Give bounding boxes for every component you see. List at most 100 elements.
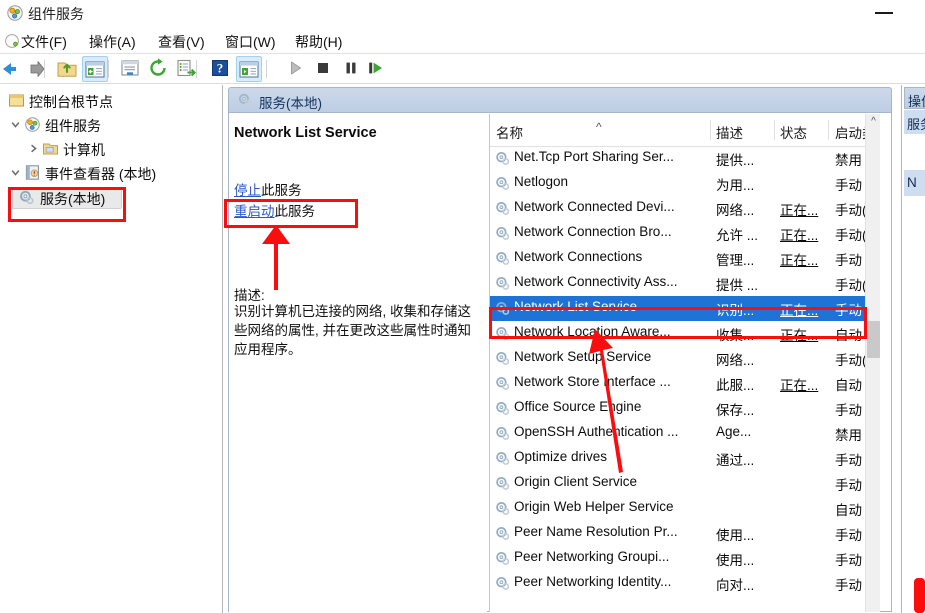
menu-file[interactable]: 文件(F) [18, 31, 70, 53]
restart-service-link-verb[interactable]: 重启动 [234, 204, 275, 219]
cell-description: 识别... [716, 303, 755, 318]
services-pane-header: 服务(本地) [228, 87, 892, 113]
chevron-right-icon[interactable] [27, 142, 40, 155]
stop-service-link-rest: 此服务 [261, 183, 302, 198]
cell-description: Age... [716, 424, 752, 439]
table-row-selected[interactable]: Network List Service 识别... 正在... 手动 [490, 296, 865, 321]
tree-item-component-services-label: 组件服务 [45, 118, 101, 134]
cell-description: 向对... [716, 578, 755, 593]
cell-description: 通过... [716, 453, 755, 468]
content-area: 控制台根节点 组件服务 计算机 事件查看器 (本地) 服务(本地) 服务(本地)… [0, 85, 925, 613]
tree-item-event-viewer[interactable]: 事件查看器 (本地) [0, 161, 222, 185]
cell-service-name: Office Source Engine [514, 399, 642, 414]
cell-startup-type: 手动 [835, 478, 862, 493]
list-scrollbar[interactable]: ^ [865, 114, 880, 612]
service-gear-icon [494, 450, 511, 467]
table-row[interactable]: OpenSSH Authentication ... Age... 禁用 [490, 421, 865, 446]
cell-service-name: Peer Networking Groupi... [514, 549, 670, 564]
start-service-icon[interactable] [283, 56, 309, 82]
service-gear-icon [494, 400, 511, 417]
column-header-description[interactable]: 描述 [716, 122, 743, 142]
column-divider-3[interactable] [828, 120, 829, 140]
cell-service-name: Optimize drives [514, 449, 608, 464]
console-root-icon [8, 92, 25, 109]
stop-service-icon[interactable] [311, 56, 337, 82]
table-row[interactable]: Network Location Aware... 收集... 正在... 自动 [490, 321, 865, 346]
show-hide-action-pane-icon[interactable] [236, 56, 262, 82]
table-row[interactable]: Netlogon 为用... 手动 [490, 171, 865, 196]
column-divider-2[interactable] [774, 120, 775, 140]
table-row[interactable]: Office Source Engine 保存... 手动 [490, 396, 865, 421]
cell-description: 使用... [716, 528, 755, 543]
table-row[interactable]: Network Setup Service 网络... 手动( [490, 346, 865, 371]
cell-status: 正在... [780, 203, 819, 218]
toolbar-divider-3 [196, 60, 197, 78]
cell-startup-type: 手动 [835, 553, 862, 568]
service-gear-icon [494, 525, 511, 542]
cell-startup-type: 自动 [835, 503, 862, 518]
chevron-down-icon-2[interactable] [9, 166, 22, 179]
properties-icon[interactable] [118, 56, 144, 82]
cell-startup-type: 手动 [835, 303, 862, 318]
table-row[interactable]: Network Store Interface ... 此服... 正在... 自动 [490, 371, 865, 396]
cell-description: 此服... [716, 378, 755, 393]
tree-item-component-services[interactable]: 组件服务 [0, 113, 222, 137]
stop-service-link[interactable]: 停止此服务 [234, 179, 302, 199]
cell-description: 提供... [716, 153, 755, 168]
cell-startup-type: 手动( [835, 278, 865, 293]
stop-service-link-verb[interactable]: 停止 [234, 183, 261, 198]
chevron-down-icon[interactable] [9, 118, 22, 131]
scrollbar-thumb[interactable] [867, 321, 880, 358]
menu-window[interactable]: 窗口(W) [222, 31, 279, 53]
toolbar: ? [0, 54, 925, 84]
services-snapin: 服务(本地) Network List Service 停止此服务 重启动此服务… [223, 85, 925, 613]
cell-description: 提供 ... [716, 278, 759, 293]
menu-help[interactable]: 帮助(H) [292, 31, 345, 53]
table-row[interactable]: Peer Name Resolution Pr... 使用... 手动 [490, 521, 865, 546]
table-row[interactable]: Origin Client Service 手动 [490, 471, 865, 496]
actions-pane-item[interactable]: N [904, 170, 925, 196]
toolbar-divider-2 [108, 60, 109, 78]
table-row[interactable]: Network Connections 管理... 正在... 手动 [490, 246, 865, 271]
refresh-icon[interactable] [146, 56, 172, 82]
table-row[interactable]: Net.Tcp Port Sharing Ser... 提供... 禁用 [490, 146, 865, 171]
services-list-view: 名称 ^ 描述 状态 启动类型 Net.Tcp Port Sharing Ser… [489, 114, 880, 612]
menu-view[interactable]: 查看(V) [155, 31, 208, 53]
menu-action[interactable]: 操作(A) [86, 31, 139, 53]
tree-item-console-root[interactable]: 控制台根节点 [0, 89, 222, 113]
up-folder-icon[interactable] [54, 56, 80, 82]
show-hide-console-tree-icon[interactable] [82, 56, 108, 82]
cell-startup-type: 禁用 [835, 428, 862, 443]
column-divider-1[interactable] [710, 120, 711, 140]
help-icon[interactable]: ? [208, 56, 234, 82]
sort-ascending-icon: ^ [596, 120, 602, 134]
tree-item-computers-label: 计算机 [63, 142, 105, 158]
restart-service-icon[interactable] [363, 56, 389, 82]
event-viewer-icon [24, 164, 41, 181]
tree-item-computers[interactable]: 计算机 [0, 137, 222, 161]
table-row[interactable]: Peer Networking Groupi... 使用... 手动 [490, 546, 865, 571]
cell-status: 正在... [780, 253, 819, 268]
scroll-up-arrow-icon[interactable]: ^ [866, 114, 880, 130]
table-row[interactable]: Network Connection Bro... 允许 ... 正在... 手动( [490, 221, 865, 246]
cell-service-name: Network Connection Bro... [514, 224, 672, 239]
minimize-button[interactable] [862, 0, 908, 26]
actions-pane-header-label: 操作 [908, 94, 925, 109]
table-row[interactable]: Optimize drives 通过... 手动 [490, 446, 865, 471]
back-icon[interactable] [0, 56, 20, 82]
table-row[interactable]: Peer Networking Identity... 向对... 手动 [490, 571, 865, 596]
table-row[interactable]: Network Connected Devi... 网络... 正在... 手动( [490, 196, 865, 221]
cell-startup-type: 手动 [835, 528, 862, 543]
restart-service-link[interactable]: 重启动此服务 [234, 200, 315, 220]
column-header-status[interactable]: 状态 [780, 122, 807, 142]
table-row[interactable]: Origin Web Helper Service 自动 [490, 496, 865, 521]
pause-service-icon[interactable] [339, 56, 365, 82]
tree-item-services[interactable]: 服务(本地) [0, 186, 222, 210]
cell-startup-type: 手动 [835, 578, 862, 593]
column-header-name[interactable]: 名称 [496, 122, 523, 142]
table-row[interactable]: Network Connectivity Ass... 提供 ... 手动( [490, 271, 865, 296]
actions-pane-subheader-label: 服务 [907, 117, 925, 132]
cell-service-name: Peer Name Resolution Pr... [514, 524, 678, 539]
services-gear-icon [18, 189, 35, 206]
cell-description: 网络... [716, 353, 755, 368]
